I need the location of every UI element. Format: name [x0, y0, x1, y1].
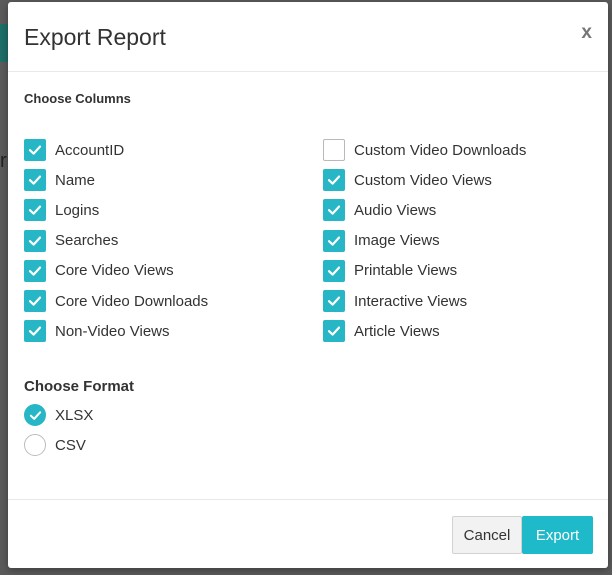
checkbox[interactable]	[24, 290, 46, 312]
format-option-label: CSV	[55, 436, 86, 454]
column-option-label: Audio Views	[354, 201, 437, 219]
column-option-label: Core Video Views	[55, 262, 174, 280]
column-option-custom-video-views[interactable]: Custom Video Views	[323, 169, 492, 192]
column-option-logins[interactable]: Logins	[24, 199, 100, 222]
column-option-label: Name	[55, 171, 96, 189]
modal-footer: Cancel Export	[8, 499, 608, 568]
check-icon	[28, 294, 42, 308]
column-option-custom-video-downloads[interactable]: Custom Video Downloads	[323, 139, 527, 161]
column-option-image-views[interactable]: Image Views	[323, 229, 440, 252]
column-option-label: AccountID	[55, 141, 125, 159]
check-icon	[327, 294, 341, 308]
column-option-label: Interactive Views	[354, 292, 468, 310]
backdrop-fragment: r	[0, 150, 7, 172]
checkbox[interactable]	[323, 290, 345, 312]
column-option-label: Non-Video Views	[55, 322, 170, 340]
checkbox[interactable]	[323, 259, 345, 282]
column-option-searches[interactable]: Searches	[24, 229, 119, 252]
column-option-core-video-downloads[interactable]: Core Video Downloads	[24, 290, 209, 312]
check-icon	[28, 324, 42, 338]
column-option-label: Searches	[55, 232, 119, 250]
export-button[interactable]: Export	[522, 516, 593, 554]
choose-format-title: Choose Format	[24, 378, 135, 395]
check-icon	[327, 324, 341, 338]
format-option-xlsx[interactable]: XLSX	[24, 404, 94, 426]
check-icon	[28, 173, 42, 187]
check-icon	[28, 234, 42, 248]
checkbox[interactable]	[323, 199, 345, 222]
checkbox[interactable]	[24, 169, 46, 192]
column-option-non-video-views[interactable]: Non-Video Views	[24, 320, 170, 343]
format-option-csv[interactable]: CSV	[24, 434, 86, 456]
column-option-audio-views[interactable]: Audio Views	[323, 199, 437, 222]
checkbox[interactable]	[24, 320, 46, 343]
column-option-label: Image Views	[354, 232, 440, 250]
checkbox[interactable]	[24, 259, 46, 282]
format-option-label: XLSX	[55, 406, 94, 424]
radio-button[interactable]	[24, 434, 46, 456]
check-icon	[327, 203, 341, 217]
check-icon	[327, 173, 341, 187]
radio-button[interactable]	[24, 404, 46, 426]
column-option-printable-views[interactable]: Printable Views	[323, 259, 458, 282]
column-option-accountid[interactable]: AccountID	[24, 139, 125, 161]
checkbox[interactable]	[323, 139, 345, 161]
checkbox[interactable]	[323, 229, 345, 252]
column-option-article-views[interactable]: Article Views	[323, 320, 440, 343]
column-option-core-video-views[interactable]: Core Video Views	[24, 259, 174, 282]
check-icon	[28, 143, 42, 157]
check-icon	[28, 264, 42, 278]
checkbox[interactable]	[24, 139, 46, 161]
export-report-modal: Export Report x Choose Columns AccountID…	[8, 2, 608, 568]
cancel-button[interactable]: Cancel	[452, 516, 522, 554]
column-option-name[interactable]: Name	[24, 169, 96, 192]
check-icon	[327, 264, 341, 278]
check-icon	[327, 234, 341, 248]
column-option-label: Logins	[55, 201, 100, 219]
checkbox[interactable]	[24, 199, 46, 222]
column-option-label: Core Video Downloads	[55, 292, 209, 310]
backdrop-teal-strip	[0, 24, 8, 62]
close-button[interactable]: x	[581, 22, 592, 44]
checkbox[interactable]	[24, 229, 46, 252]
column-option-label: Article Views	[354, 322, 440, 340]
column-option-interactive-views[interactable]: Interactive Views	[323, 290, 468, 312]
column-option-label: Custom Video Downloads	[354, 141, 527, 159]
checkbox[interactable]	[323, 320, 345, 343]
choose-columns-title: Choose Columns	[24, 91, 131, 106]
check-icon	[28, 203, 42, 217]
modal-title: Export Report	[24, 24, 166, 50]
column-option-label: Printable Views	[354, 262, 458, 280]
column-option-label: Custom Video Views	[354, 171, 492, 189]
checkbox[interactable]	[323, 169, 345, 192]
radio-check-icon	[29, 409, 42, 422]
modal-header: Export Report x	[8, 2, 608, 72]
